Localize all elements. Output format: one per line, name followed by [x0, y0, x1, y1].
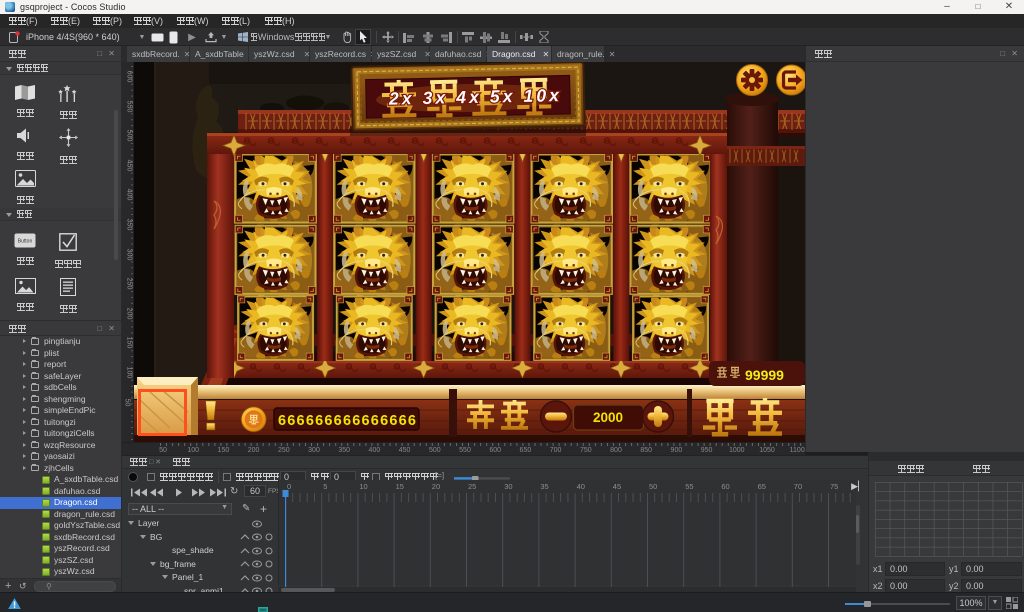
svg-text:30: 30	[504, 482, 512, 491]
svg-text:2000: 2000	[593, 410, 623, 425]
svg-text:5: 5	[323, 482, 327, 491]
svg-text:50: 50	[649, 482, 657, 491]
svg-text:25: 25	[468, 482, 476, 491]
svg-text:35: 35	[540, 482, 548, 491]
svg-text:60: 60	[721, 482, 729, 491]
svg-text:45: 45	[613, 482, 621, 491]
svg-text:70: 70	[794, 482, 802, 491]
svg-text:75: 75	[830, 482, 838, 491]
svg-text:Button: Button	[18, 239, 33, 245]
svg-text:666666666666666: 666666666666666	[278, 413, 416, 429]
svg-text:65: 65	[758, 482, 766, 491]
svg-text:0: 0	[287, 482, 291, 491]
svg-text:99999: 99999	[745, 367, 784, 383]
svg-text:10: 10	[359, 482, 367, 491]
svg-text:20: 20	[432, 482, 440, 491]
svg-text:2x 3x 4x 5x 10x: 2x 3x 4x 5x 10x	[388, 85, 562, 109]
svg-text:40: 40	[577, 482, 585, 491]
svg-text:15: 15	[396, 482, 404, 491]
svg-text:55: 55	[685, 482, 693, 491]
